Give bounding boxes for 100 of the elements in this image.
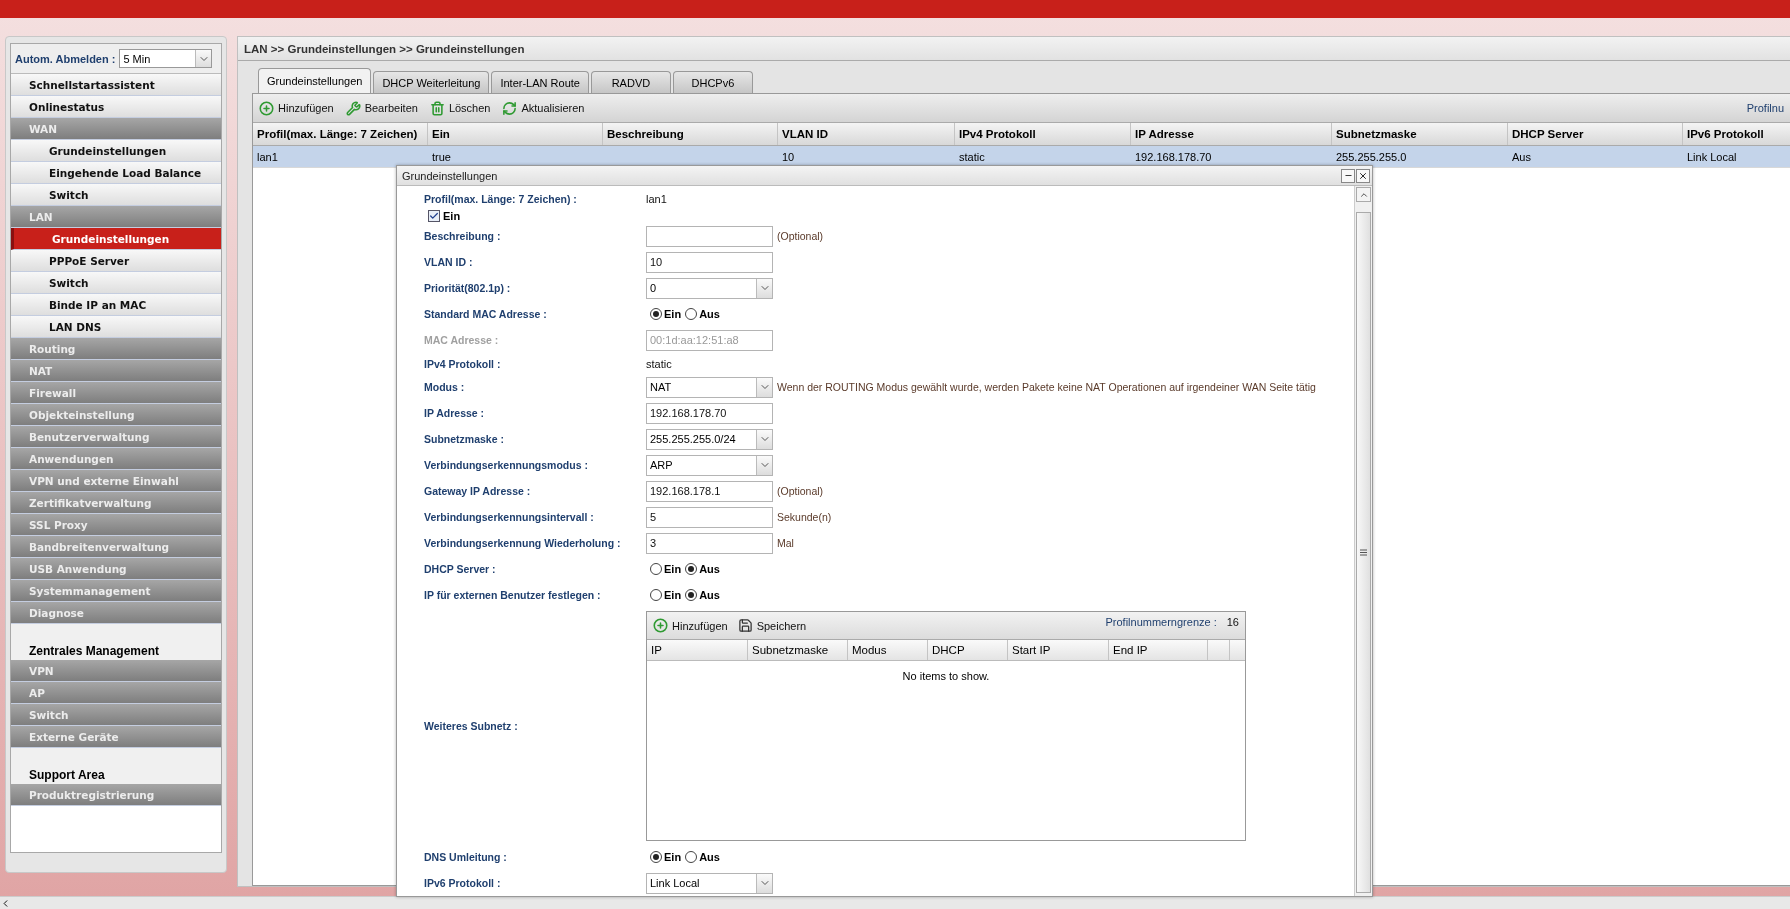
radio-button[interactable] <box>650 308 662 320</box>
table-cell-text: Link Local <box>1686 149 1738 165</box>
column-header[interactable]: Ein <box>428 123 603 145</box>
field-value: static <box>646 357 672 370</box>
tab[interactable]: Inter-LAN Route <box>491 71 589 93</box>
column-header[interactable]: DHCP <box>928 640 1008 660</box>
column-header[interactable]: Subnetzmaske <box>1332 123 1508 145</box>
nav-item[interactable]: PPPoE Server <box>11 250 221 272</box>
nav-item[interactable]: Eingehende Load Balance <box>11 162 221 184</box>
select-field[interactable]: NAT <box>646 376 773 398</box>
nav-item[interactable]: LAN DNS <box>11 316 221 338</box>
table-row[interactable]: lan1 true 10 static 192.168.178.70 255.255.255.0 Aus Link Local <box>253 146 1790 168</box>
select-field[interactable]: 0 <box>646 277 773 299</box>
nav-item[interactable]: Grundeinstellungen <box>11 140 221 162</box>
field-hint: (Optional) <box>777 230 824 242</box>
nav-item[interactable]: Switch <box>11 272 221 294</box>
limit-label: Profilnummerngrenze : <box>1105 616 1217 628</box>
input-field[interactable]: 5 <box>646 506 773 528</box>
toolbar-button[interactable]: Hinzufügen <box>653 618 728 633</box>
minimize-button[interactable] <box>1341 168 1355 183</box>
table-cell-text: static <box>958 149 986 165</box>
toolbar-button[interactable]: Hinzufügen <box>259 100 334 116</box>
column-header[interactable]: Profil(max. Länge: 7 Zeichen) <box>253 123 428 145</box>
field-label: Weiteres Subnetz : <box>424 720 519 732</box>
radio-button[interactable] <box>650 563 662 575</box>
field-label: Standard MAC Adresse : <box>424 308 548 320</box>
radio-option[interactable]: Aus <box>685 851 720 863</box>
column-header[interactable]: IPv6 Protokoll <box>1683 123 1790 145</box>
input-field[interactable]: 192.168.178.1 <box>646 480 773 502</box>
radio-button[interactable] <box>685 308 698 320</box>
field-label: Modus : <box>424 381 466 393</box>
column-header[interactable]: Modus <box>848 640 928 660</box>
nav-item[interactable]: Binde IP an MAC <box>11 294 221 316</box>
close-button[interactable] <box>1356 168 1370 183</box>
column-header[interactable]: Subnetzmaske <box>748 640 848 660</box>
table-cell-text: 255.255.255.0 <box>1335 149 1408 165</box>
horizontal-scrollbar[interactable] <box>0 896 1790 909</box>
radio-button[interactable] <box>650 851 662 863</box>
field-value: lan1 <box>646 192 667 205</box>
field-label: VLAN ID : <box>424 256 474 268</box>
logout-select[interactable]: 5 Min <box>119 49 213 68</box>
radio-button[interactable] <box>685 851 698 863</box>
column-header[interactable]: Start IP <box>1008 640 1109 660</box>
nav-item[interactable]: Schnellstartassistent <box>11 74 221 96</box>
tab[interactable]: Grundeinstellungen <box>258 68 372 93</box>
select-field[interactable]: 255.255.255.0/24 <box>646 428 773 450</box>
select-field[interactable]: Link Local <box>646 872 773 894</box>
table-cell-text: Aus <box>1511 149 1532 165</box>
field-label: Priorität(802.1p) : <box>424 282 512 294</box>
limit-label: Profilnu <box>1746 102 1784 114</box>
radio-option[interactable]: Ein <box>650 589 682 601</box>
toolbar-button[interactable]: Speichern <box>737 618 807 633</box>
nav-item[interactable]: Onlinestatus <box>11 96 221 118</box>
column-header[interactable]: IPv4 Protokoll <box>955 123 1131 145</box>
input-field[interactable]: 192.168.178.70 <box>646 402 773 424</box>
column-header[interactable]: IP <box>647 640 748 660</box>
wrench-icon <box>345 100 361 116</box>
field-hint: Wenn der ROUTING Modus gewählt wurde, werden Pakete keine NAT Operationen auf irgendeiner WAN Seite tätig <box>777 381 1316 393</box>
field-label: Beschreibung : <box>424 230 502 242</box>
radio-option[interactable]: Ein <box>650 308 682 320</box>
add-icon <box>653 618 668 633</box>
tab[interactable]: DHCP Weiterleitung <box>373 71 490 93</box>
breadcrumb: LAN >> Grundeinstellungen >> Grundeinstellungen <box>238 37 1790 61</box>
input-field[interactable]: 3 <box>646 532 773 554</box>
nav-item[interactable]: Switch <box>11 184 221 206</box>
field-label: Verbindungserkennung Wiederholung : <box>424 537 622 549</box>
toolbar-button[interactable]: Löschen <box>429 100 491 116</box>
input-field[interactable] <box>646 225 773 247</box>
field-label: IPv4 Protokoll : <box>424 357 502 370</box>
toolbar-button[interactable]: Bearbeiten <box>345 100 418 116</box>
column-header[interactable]: End IP <box>1109 640 1208 660</box>
field-label: DHCP Server : <box>424 563 497 575</box>
field-label: Verbindungserkennungsintervall : <box>424 511 595 523</box>
radio-button[interactable] <box>650 589 662 601</box>
field-hint: Sekunde(n) <box>777 511 832 523</box>
scrollbar[interactable] <box>1354 186 1372 896</box>
radio-button[interactable] <box>685 589 698 601</box>
radio-option[interactable]: Aus <box>685 589 720 601</box>
column-header[interactable]: IP Adresse <box>1131 123 1332 145</box>
radio-option[interactable]: Aus <box>685 563 720 575</box>
toolbar-button[interactable]: Aktualisieren <box>502 100 585 116</box>
field-label: IP Adresse : <box>424 407 486 419</box>
dialog-title: Grundeinstellungen <box>402 169 498 182</box>
radio-button[interactable] <box>685 563 698 575</box>
field-label: Subnetzmaske : <box>424 433 505 445</box>
table-cell-text: true <box>431 149 452 165</box>
column-header[interactable]: Beschreibung <box>603 123 778 145</box>
column-header[interactable]: VLAN ID <box>778 123 955 145</box>
nav-item[interactable]: Grundeinstellungen <box>11 228 221 250</box>
close-icon <box>1358 170 1368 181</box>
column-header[interactable]: DHCP Server <box>1508 123 1683 145</box>
empty-message: No items to show. <box>902 670 990 682</box>
tab[interactable]: DHCPv6 <box>672 71 753 93</box>
checkbox[interactable] <box>428 210 440 222</box>
input-field[interactable]: 10 <box>646 251 773 273</box>
tab[interactable]: RADVD <box>590 71 671 93</box>
radio-option[interactable]: Ein <box>650 851 682 863</box>
radio-option[interactable]: Ein <box>650 563 682 575</box>
radio-option[interactable]: Aus <box>685 308 720 320</box>
select-field[interactable]: ARP <box>646 454 773 476</box>
